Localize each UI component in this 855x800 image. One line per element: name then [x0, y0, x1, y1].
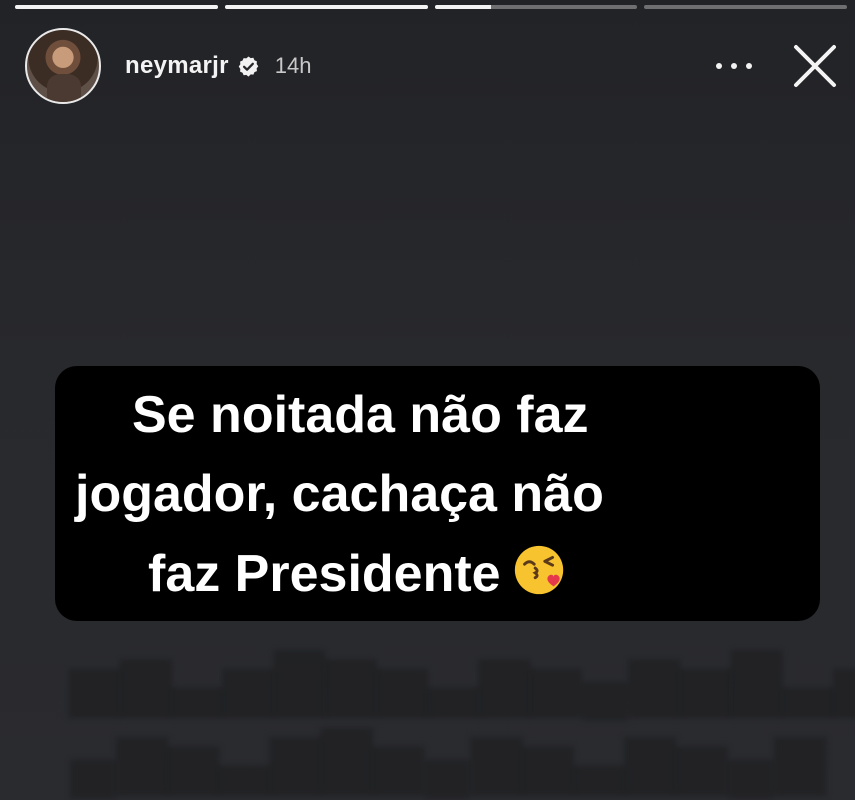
post-time: 14h	[274, 53, 312, 78]
caption-line: faz Presidente	[148, 541, 569, 606]
story-progress-bar	[15, 5, 847, 9]
progress-segment	[644, 5, 847, 9]
progress-segment	[224, 5, 428, 9]
face-blowing-kiss-emoji	[514, 545, 563, 595]
progress-segment	[15, 5, 218, 9]
avatar[interactable]	[25, 28, 101, 104]
caption-line: Se noitada não faz	[132, 383, 589, 447]
story-viewer[interactable]: neymarjr 14h ▅▆▃▅▇▆▅▃▆▅▄▆▅▇▃▅▆▄ ▄▆▅▃▆▇▅▄…	[0, 0, 855, 800]
caption-line: jogador, cachaça não	[75, 462, 604, 526]
story-header: neymarjr 14h	[25, 28, 840, 104]
progress-segment	[434, 5, 638, 9]
background-blurred-text: ▅▆▃▅▇▆▅▃▆▅▄▆▅▇▃▅▆▄ ▄▆▅▃▆▇▅▄▆▅▃▆▅▄▆	[70, 643, 855, 793]
more-options-icon[interactable]	[716, 60, 752, 72]
caption-text: faz Presidente	[148, 545, 501, 603]
verified-badge-icon	[238, 55, 259, 77]
username[interactable]: neymarjr	[125, 52, 229, 80]
close-icon[interactable]	[790, 41, 840, 91]
